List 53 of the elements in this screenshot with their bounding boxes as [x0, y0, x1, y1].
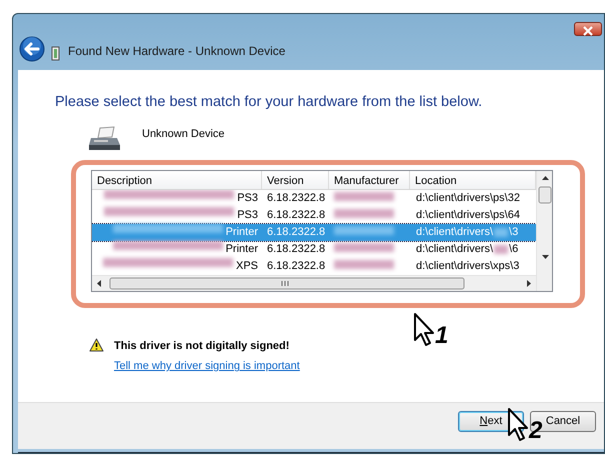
- driver-row[interactable]: PS3 6.18.2322.8 d:\client\drivers\ps\64: [92, 206, 536, 224]
- scrollbar-thumb[interactable]: [110, 278, 464, 290]
- redacted-text: [494, 228, 508, 237]
- driver-name: Printer: [226, 225, 258, 240]
- device-name: Unknown Device: [142, 126, 225, 142]
- scroll-up-icon[interactable]: [542, 176, 549, 180]
- driver-version: 6.18.2322.8: [267, 260, 326, 272]
- driver-name: Printer: [226, 242, 258, 257]
- close-button[interactable]: [574, 22, 602, 36]
- driver-name: PS3: [237, 191, 258, 206]
- step-number: 1: [435, 324, 448, 348]
- driver-version: 6.18.2322.8: [267, 243, 326, 255]
- scroll-down-icon[interactable]: [542, 254, 549, 259]
- printer-icon: [88, 126, 122, 152]
- driver-location: d:\client\drivers\: [416, 242, 494, 257]
- horizontal-scrollbar[interactable]: [92, 274, 536, 291]
- driver-row[interactable]: Printer 6.18.2322.8 d:\client\drivers\ \6: [92, 240, 536, 258]
- driver-row[interactable]: PS3 6.18.2322.8 d:\client\drivers\ps\32: [92, 190, 536, 207]
- driver-version: 6.18.2322.8: [267, 226, 326, 238]
- driver-version: 6.18.2322.8: [267, 209, 326, 221]
- scrollbar-thumb[interactable]: [538, 186, 552, 204]
- driver-signing-link[interactable]: Tell me why driver signing is important: [114, 358, 300, 375]
- driver-version: 6.18.2322.8: [267, 192, 326, 204]
- window-title: Found New Hardware - Unknown Device: [68, 43, 286, 60]
- column-header[interactable]: Manufacturer: [329, 170, 410, 189]
- device-icon: [51, 46, 60, 62]
- driver-location: d:\client\drivers\xps\3: [416, 259, 520, 274]
- vertical-scrollbar[interactable]: [536, 170, 552, 291]
- driver-name: XPS: [236, 259, 258, 274]
- close-icon: [582, 26, 594, 36]
- driver-row[interactable]: XPS 6.18.2322.8 d:\client\drivers\xps\3: [92, 258, 536, 275]
- redacted-text: [334, 226, 394, 235]
- driver-list[interactable]: [91, 170, 553, 292]
- redacted-text: [334, 192, 394, 201]
- driver-location: d:\client\drivers\: [416, 225, 494, 240]
- column-header[interactable]: Version: [262, 170, 329, 189]
- scroll-right-icon[interactable]: [527, 280, 531, 288]
- redacted-text: [334, 243, 394, 252]
- warning-text: This driver is not digitally signed!: [114, 338, 290, 354]
- warning-icon: [89, 338, 104, 352]
- driver-location: d:\client\drivers\ps\32: [416, 191, 520, 206]
- cursor-icon: [507, 407, 529, 443]
- driver-location: d:\client\drivers\ps\64: [416, 208, 520, 223]
- driver-location: \6: [509, 242, 518, 257]
- redacted-text: [334, 260, 394, 269]
- driver-name: PS3: [237, 208, 258, 223]
- driver-location: \3: [509, 225, 518, 240]
- instruction-heading: Please select the best match for your hardware from the list below.: [55, 93, 484, 112]
- scroll-left-icon[interactable]: [97, 280, 101, 288]
- column-header[interactable]: Description: [92, 170, 262, 189]
- cursor-icon: [413, 312, 435, 348]
- redacted-text: [334, 209, 394, 218]
- redacted-text: [494, 245, 508, 254]
